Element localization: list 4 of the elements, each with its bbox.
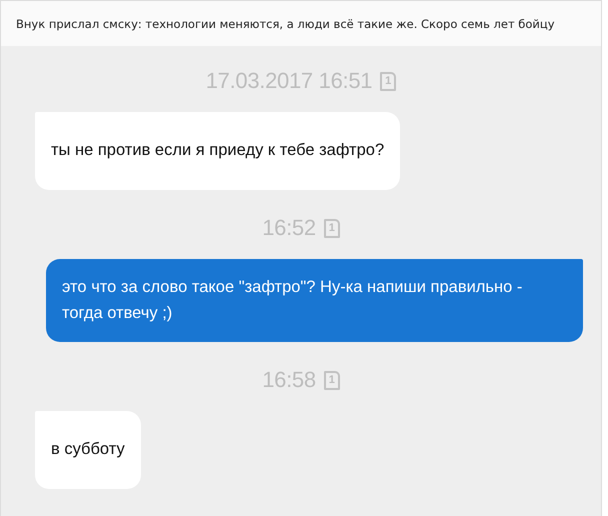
sent-message-bubble: это что за слово такое "зафтро"? Ну-ка напиши правильно - тогда отвечу ;): [46, 259, 583, 342]
received-message-bubble: ты не против если я приеду к тебе зафтро?: [35, 112, 400, 190]
post-title: Внук прислал смску: технологии меняются, а люди всё такие же. Скоро семь лет бойцу: [16, 16, 555, 30]
received-message-bubble: в субботу: [35, 411, 141, 489]
